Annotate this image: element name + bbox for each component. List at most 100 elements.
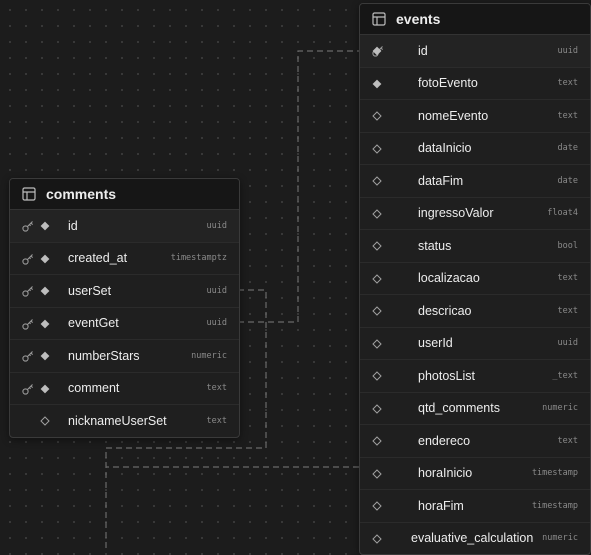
column-name: dataFim (418, 173, 464, 188)
hollow-diamond-icon (372, 143, 382, 154)
hollow-diamond-icon (372, 176, 382, 186)
hollow-diamond-icon (372, 208, 382, 219)
column-name: horaFim (418, 498, 464, 513)
column-name: descricao (418, 303, 472, 318)
table-row[interactable]: evaluative_calculation numeric (360, 523, 590, 555)
key-icon (22, 286, 33, 297)
column-type: numeric (542, 533, 578, 544)
column-type: uuid (557, 338, 578, 349)
table-row[interactable]: nomeEvento text (360, 100, 590, 133)
column-name: numberStars (68, 348, 140, 363)
table-row[interactable]: endereco text (360, 425, 590, 458)
column-name: fotoEvento (418, 76, 478, 91)
table-row[interactable]: created_at timestamptz (10, 243, 239, 275)
column-name: nicknameUserSet (68, 413, 167, 428)
column-type: uuid (206, 285, 227, 296)
filled-diamond-icon (40, 351, 50, 361)
hollow-diamond-icon (372, 403, 382, 414)
hollow-diamond-icon (372, 501, 382, 511)
table-row[interactable]: userSet uuid (10, 275, 239, 308)
table-row[interactable]: numberStars numeric (10, 340, 239, 373)
column-type: uuid (206, 318, 227, 329)
table-row[interactable]: dataInicio date (360, 133, 590, 165)
hollow-diamond-icon (372, 371, 382, 381)
comments-table-title: comments (46, 186, 117, 202)
column-type: text (557, 305, 578, 316)
hollow-diamond-icon (372, 468, 382, 479)
hollow-diamond-icon (372, 111, 382, 121)
table-row[interactable]: nicknameUserSet text (10, 405, 239, 437)
table-grid-icon (22, 187, 36, 201)
column-name: userSet (68, 283, 112, 298)
column-name: nomeEvento (418, 108, 489, 123)
table-row[interactable]: comment text (10, 373, 239, 405)
filled-diamond-icon (40, 221, 50, 231)
column-type: text (557, 78, 578, 89)
filled-diamond-icon (40, 384, 50, 393)
table-row[interactable]: eventGet uuid (10, 308, 239, 340)
table-grid-icon (372, 12, 386, 26)
table-row[interactable]: status bool (360, 230, 590, 263)
column-type: uuid (557, 45, 578, 56)
table-row[interactable]: userId uuid (360, 328, 590, 360)
table-row[interactable]: descricao text (360, 295, 590, 328)
hollow-diamond-icon (372, 306, 382, 316)
filled-diamond-icon (372, 79, 382, 88)
column-type: timestamptz (170, 253, 227, 264)
column-type: bool (557, 240, 578, 251)
column-type: uuid (206, 220, 227, 231)
column-type: text (557, 273, 578, 284)
column-name: horaInicio (418, 466, 473, 481)
table-row[interactable]: id uuid (10, 210, 239, 243)
comments-table-header[interactable]: comments (10, 179, 239, 210)
hollow-diamond-icon (372, 241, 382, 251)
column-type: timestamp (531, 468, 578, 479)
column-type: text (206, 415, 227, 426)
table-row[interactable]: localizacao text (360, 263, 590, 295)
events-table-header[interactable]: events (360, 4, 590, 35)
column-type: timestamp (531, 500, 578, 511)
comments-table[interactable]: comments id uuid created_at timestamptz user… (9, 178, 240, 438)
filled-diamond-icon (40, 254, 50, 263)
column-type: date (557, 175, 578, 186)
key-icon (22, 253, 33, 265)
hollow-diamond-icon (372, 273, 382, 284)
hollow-diamond-icon (372, 533, 382, 544)
column-type: text (206, 383, 227, 394)
key-icon (22, 383, 33, 395)
column-type: numeric (191, 350, 227, 361)
comments-columns: id uuid created_at timestamptz userSet uuid ev… (10, 210, 239, 437)
column-type: text (557, 110, 578, 121)
events-columns: id uuid fotoEvento text nomeEvento text dataIn… (360, 35, 590, 554)
column-type: float4 (547, 208, 578, 219)
column-name: id (68, 218, 78, 233)
key-icon (22, 318, 33, 330)
column-name: qtd_comments (418, 401, 500, 416)
column-name: evaluative_calculation (411, 531, 534, 546)
events-table-title: events (396, 11, 441, 27)
filled-diamond-icon (372, 46, 382, 56)
hollow-diamond-icon (372, 338, 382, 349)
key-icon (22, 221, 33, 232)
filled-diamond-icon (40, 286, 50, 296)
column-name: eventGet (68, 316, 119, 331)
events-table[interactable]: events id uuid fotoEvento text nomeEvento tex… (359, 3, 591, 555)
table-row[interactable]: horaInicio timestamp (360, 458, 590, 490)
column-name: created_at (68, 251, 128, 266)
column-name: ingressoValor (418, 206, 494, 221)
filled-diamond-icon (40, 319, 50, 328)
table-row[interactable]: dataFim date (360, 165, 590, 198)
relation-line-eventget-to-events-id (238, 50, 359, 323)
column-name: status (418, 238, 452, 253)
table-row[interactable]: horaFim timestamp (360, 490, 590, 523)
table-row[interactable]: qtd_comments numeric (360, 393, 590, 425)
column-name: photosList (418, 368, 475, 383)
column-type: _text (552, 370, 578, 381)
column-type: text (557, 435, 578, 446)
table-row[interactable]: photosList _text (360, 360, 590, 393)
table-row[interactable]: fotoEvento text (360, 68, 590, 100)
column-name: localizacao (418, 271, 480, 286)
table-row[interactable]: ingressoValor float4 (360, 198, 590, 230)
table-row[interactable]: id uuid (360, 35, 590, 68)
key-icon (22, 351, 33, 362)
